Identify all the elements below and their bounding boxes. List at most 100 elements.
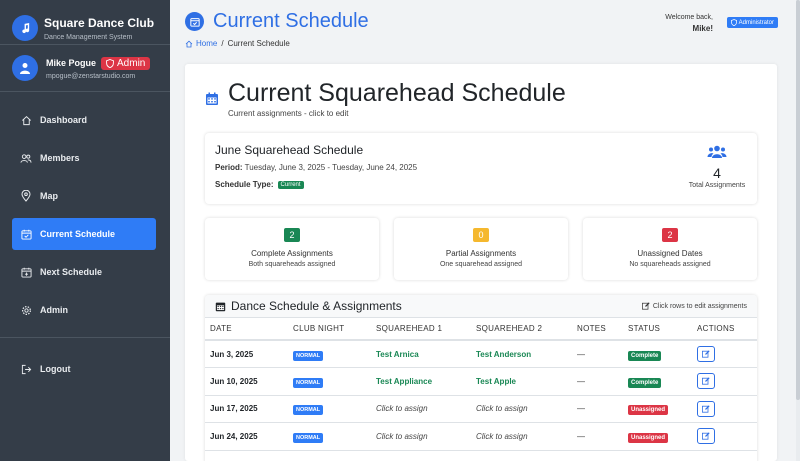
calendar-check-icon [185,12,204,31]
edit-icon [702,432,710,440]
column-header: DATE [205,318,288,341]
cell-date: Jun 10, 2025 [205,367,288,396]
breadcrumb-separator: / [221,39,224,48]
cell-status: Complete [623,367,692,396]
role-badge-label: Administrator [738,19,774,26]
cell-actions [692,367,757,396]
music-note-icon [12,15,38,41]
edit-icon [702,405,710,413]
cell-club-night: NORMAL [288,422,371,451]
stat-count: 0 [473,228,489,242]
squarehead-name: Test Appliance [376,376,433,386]
sidebar-nav: Dashboard Members Map Current Schedule N… [0,104,170,326]
club-night-badge: NORMAL [293,432,324,443]
assign-placeholder: Click to assign [476,431,528,441]
stat-title: Unassigned Dates [637,249,703,258]
sidebar-item-dashboard[interactable]: Dashboard [0,104,156,136]
gear-icon [20,304,32,316]
edit-button[interactable] [697,400,715,417]
table-card-header: Dance Schedule & Assignments Click rows … [205,295,757,318]
breadcrumb-home[interactable]: Home [185,39,217,48]
edit-button[interactable] [697,428,715,445]
sidebar-item-admin[interactable]: Admin [0,294,156,326]
stat-count: 2 [662,228,678,242]
people-icon [20,152,32,164]
status-badge: Unassigned [628,432,669,443]
squarehead-name: Test Apple [476,376,517,386]
breadcrumb-current: Current Schedule [227,39,290,48]
table-row[interactable]: Jun 10, 2025 NORMAL Test Appliance Test … [205,367,757,396]
edit-icon [702,350,710,358]
total-label: Total Assignments [688,182,746,189]
sidebar-item-next-schedule[interactable]: Next Schedule [0,256,156,288]
column-header: SQUAREHEAD 2 [471,318,572,341]
sidebar-divider [0,337,170,338]
house-icon [20,114,32,126]
table-title: Dance Schedule & Assignments [215,299,402,313]
page-scrollbar[interactable] [796,0,800,461]
status-badge: Complete [628,350,662,361]
table-row[interactable]: Jun 17, 2025 NORMAL Click to assign Clic… [205,395,757,423]
welcome-name: Mike! [692,24,713,33]
sidebar-item-label: Logout [40,364,71,374]
brand: Square Dance Club Dance Management Syste… [0,0,170,44]
stat-description: One squarehead assigned [439,261,523,268]
cell-notes: — [572,422,623,451]
page-header: Current Schedule Home / Current Schedule… [170,0,800,60]
app-title: Square Dance Club [44,15,155,30]
cell-club-night: NORMAL [288,395,371,423]
sidebar-item-members[interactable]: Members [0,142,156,174]
table-row[interactable]: Jun 3, 2025 NORMAL Test Arnica Test Ande… [205,340,757,368]
type-label: Schedule Type: [215,180,274,189]
schedule-period: Period: Tuesday, June 3, 2025 - Tuesday,… [215,163,417,172]
cell-notes: — [572,367,623,396]
assign-placeholder: Click to assign [376,404,428,414]
shield-icon [730,19,737,26]
schedule-subheading: Current assignments - click to edit [228,109,349,118]
schedule-type-badge: Current [277,180,304,189]
sidebar-divider [0,91,170,92]
schedule-name: June Squarehead Schedule [215,143,364,157]
total-assignments: 4 Total Assignments [687,145,747,189]
scrollbar-thumb[interactable] [796,0,800,400]
user-email: mpogue@zenstarstudio.com [46,72,136,80]
cell-squarehead-2[interactable]: Click to assign [471,395,572,423]
column-header: SQUAREHEAD 1 [371,318,471,341]
cell-actions [692,395,757,423]
sidebar-item-current-schedule[interactable]: Current Schedule [12,218,156,250]
cell-status: Unassigned [623,422,692,451]
edit-button[interactable] [697,346,715,362]
schedule-heading: Current Squarehead Schedule [228,79,566,107]
schedule-table: DATE CLUB NIGHT SQUAREHEAD 1 SQUAREHEAD … [205,318,757,451]
column-header: STATUS [623,318,692,341]
table-row[interactable]: Jun 24, 2025 NORMAL Click to assign Clic… [205,422,757,451]
cell-date: Jun 3, 2025 [205,340,288,368]
cell-actions [692,422,757,451]
house-icon [185,40,193,47]
cell-squarehead-2[interactable]: Test Apple [471,367,572,396]
cell-squarehead-1[interactable]: Click to assign [371,395,471,423]
calendar-check-icon [20,228,32,240]
calendar-icon [205,92,219,106]
sidebar-item-logout[interactable]: Logout [0,353,156,385]
user-block: Mike Pogue Admin mpogue@zenstarstudio.co… [0,45,170,91]
period-label: Period: [215,163,243,172]
cell-squarehead-1[interactable]: Test Arnica [371,340,471,368]
sidebar-item-label: Dashboard [40,115,88,125]
sidebar-item-label: Members [40,153,80,163]
squarehead-name: Test Anderson [476,349,532,359]
calendar-plus-icon [20,266,32,278]
assign-placeholder: Click to assign [476,404,528,414]
edit-button[interactable] [697,373,715,390]
stat-title: Partial Assignments [445,249,517,258]
status-badge: Complete [628,377,662,388]
admin-badge-label: Admin [117,57,146,69]
period-value: Tuesday, June 3, 2025 - Tuesday, June 24… [244,163,418,172]
main-card: Current Squarehead Schedule Current assi… [185,64,777,461]
cell-squarehead-1[interactable]: Test Appliance [371,367,471,396]
assign-placeholder: Click to assign [376,431,428,441]
cell-squarehead-2[interactable]: Click to assign [471,422,572,451]
sidebar-item-map[interactable]: Map [0,180,156,212]
cell-squarehead-2[interactable]: Test Anderson [471,340,572,368]
cell-squarehead-1[interactable]: Click to assign [371,422,471,451]
